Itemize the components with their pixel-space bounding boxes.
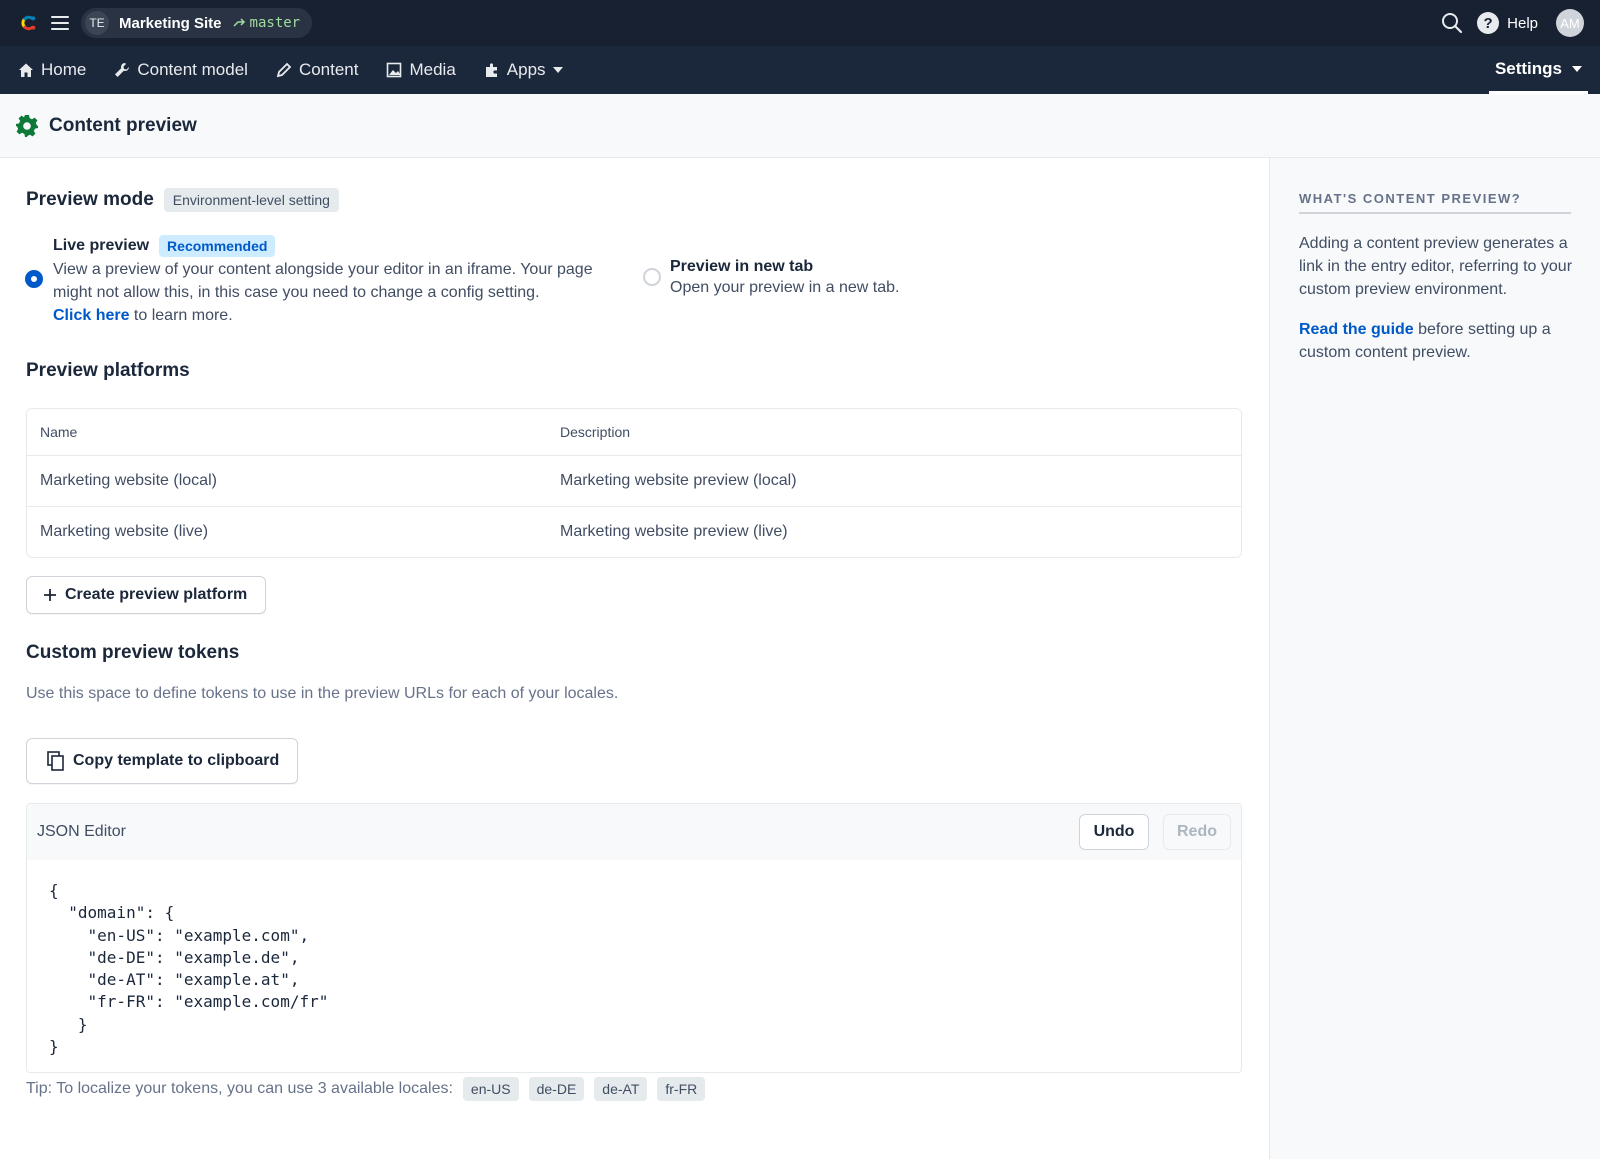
live-preview-option[interactable]: Live preview Recommended View a preview … [26,234,626,327]
nav-media-label: Media [409,60,456,79]
learn-more-link[interactable]: Click here [53,307,129,324]
new-tab-title: Preview in new tab [670,258,814,275]
plus-icon [44,589,56,601]
column-name: Name [40,424,78,440]
custom-tokens-desc: Use this space to define tokens to use i… [26,685,619,702]
contentful-logo-icon[interactable] [17,12,39,34]
top-bar: TE Marketing Site master ? Help AM [0,0,1600,46]
tip-text: Tip: To localize your tokens, you can us… [26,1080,453,1097]
platforms-table: Name Description Marketing website (loca… [26,408,1242,558]
environment-indicator: master [232,15,301,31]
locale-badge: de-AT [594,1077,648,1101]
create-preview-platform-button[interactable]: Create preview platform [26,576,266,614]
column-description: Description [560,424,631,440]
nav-settings[interactable]: Settings [1488,46,1588,94]
new-tab-option[interactable]: Preview in new tab Open your preview in … [643,258,899,299]
gear-icon [16,114,38,137]
chevron-down-icon [552,67,563,73]
image-icon [387,62,402,78]
create-preview-platform-label: Create preview platform [65,586,248,603]
environment-name: master [249,15,301,31]
custom-tokens-title: Custom preview tokens [26,642,240,663]
home-icon [19,63,33,77]
json-code[interactable]: { "domain": { "en-US": "example.com", "d… [27,860,1241,1058]
copy-template-label: Copy template to clipboard [73,752,280,769]
space-name: Marketing Site [119,14,222,32]
nav-content[interactable]: Content [262,46,373,94]
sidebar-description: Adding a content preview generates a lin… [1299,235,1573,298]
branch-icon [233,18,245,27]
help-button[interactable]: ? Help [1477,12,1538,34]
chevron-down-icon [1572,65,1582,72]
menu-icon[interactable] [51,16,69,30]
redo-button[interactable]: Redo [1163,814,1231,850]
search-icon[interactable] [1441,12,1463,34]
nav-home-label: Home [41,60,87,79]
sidebar-heading: WHAT'S CONTENT PREVIEW? [1299,191,1571,214]
undo-button[interactable]: Undo [1079,814,1149,850]
live-preview-desc: View a preview of your content alongside… [53,261,593,301]
nav-settings-label: Settings [1494,58,1562,78]
recommended-badge: Recommended [159,235,276,257]
platform-description: Marketing website preview (live) [560,523,788,540]
preview-platforms-title: Preview platforms [26,360,190,381]
json-editor-toolbar: JSON Editor Undo Redo [27,804,1241,860]
nav-content-model-label: Content model [137,60,248,79]
platform-description: Marketing website preview (local) [560,472,797,489]
page-header: Content preview [0,94,1600,158]
main-content: Preview mode Environment-level setting L… [0,158,1270,1159]
environment-level-badge: Environment-level setting [163,188,339,212]
help-icon: ? [1477,12,1500,34]
help-label: Help [1507,14,1538,32]
live-preview-title: Live preview [53,237,150,254]
new-tab-radio[interactable] [643,268,661,286]
nav-content-label: Content [298,60,359,79]
platform-name: Marketing website (live) [40,523,209,540]
space-avatar: TE [85,11,109,35]
json-editor-label: JSON Editor [37,823,126,840]
locales-tip: Tip: To localize your tokens, you can us… [26,1077,706,1101]
nav-media[interactable]: Media [372,46,469,94]
read-guide-link[interactable]: Read the guide [1299,321,1414,338]
table-row[interactable]: Marketing website (live) Marketing websi… [27,506,1241,557]
locale-badge: de-DE [528,1077,585,1101]
copy-template-button[interactable]: Copy template to clipboard [26,738,298,784]
page-title: Content preview [49,114,197,136]
nav-home[interactable]: Home [0,46,100,94]
copy-icon [47,751,64,771]
main-nav: Home Content model Content Media Apps Se… [0,46,1600,94]
wrench-icon [115,63,130,77]
table-header: Name Description [27,409,1241,455]
nav-content-model[interactable]: Content model [100,46,262,94]
learn-more-suffix: to learn more. [129,307,233,324]
space-switcher[interactable]: TE Marketing Site master [81,8,313,38]
puzzle-icon [485,63,497,77]
table-row[interactable]: Marketing website (local) Marketing webs… [27,455,1241,506]
new-tab-desc: Open your preview in a new tab. [670,279,900,296]
sidebar-guide-text: Read the guide before setting up a custo… [1299,318,1579,364]
json-editor: JSON Editor Undo Redo { "domain": { "en-… [26,803,1242,1073]
help-sidebar: WHAT'S CONTENT PREVIEW? Adding a content… [1269,158,1600,1159]
nav-apps-label: Apps [506,60,546,79]
locale-badge: en-US [462,1077,519,1101]
platform-name: Marketing website (local) [40,472,217,489]
nav-apps[interactable]: Apps [470,46,577,94]
user-avatar[interactable]: AM [1556,9,1584,37]
pen-icon [276,62,292,78]
locale-badge: fr-FR [657,1077,706,1101]
live-preview-radio[interactable] [26,271,42,287]
preview-mode-title: Preview mode [26,189,154,210]
